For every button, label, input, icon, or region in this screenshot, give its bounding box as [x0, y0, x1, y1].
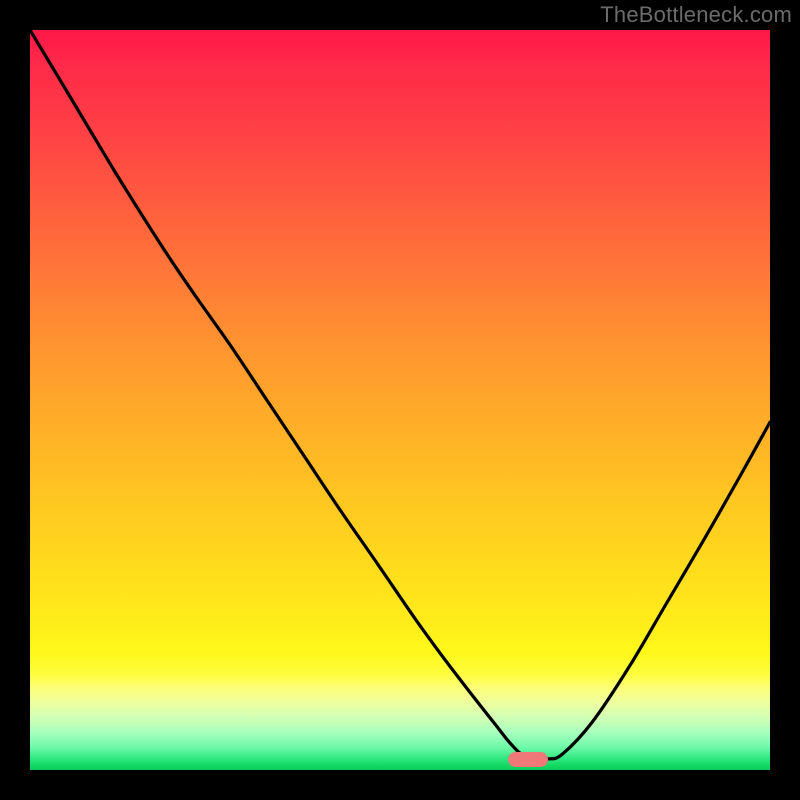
chart-frame: TheBottleneck.com: [0, 0, 800, 800]
bottleneck-curve: [30, 30, 770, 770]
watermark-text: TheBottleneck.com: [600, 2, 792, 28]
optimal-marker: [508, 752, 548, 767]
plot-area: [30, 30, 770, 770]
